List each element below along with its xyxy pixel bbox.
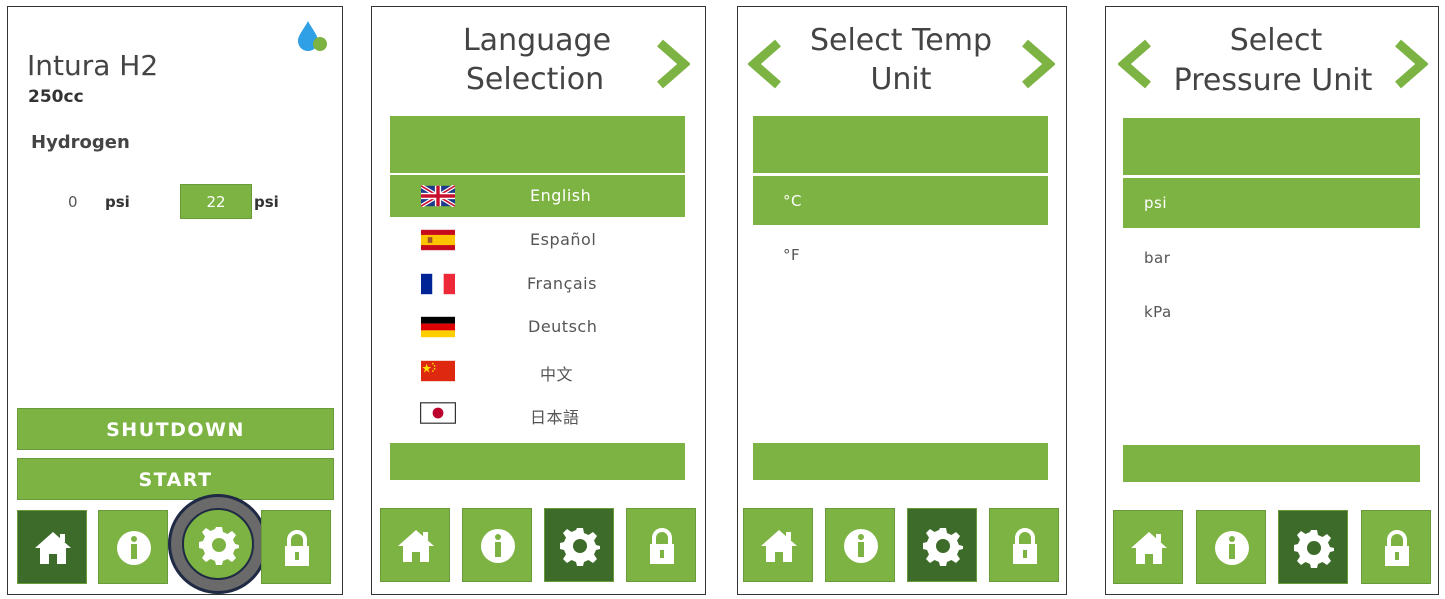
language-label: 中文 (540, 365, 574, 384)
pressure-option-kpa[interactable]: kPa (1123, 286, 1420, 336)
nav-settings-button[interactable] (544, 508, 614, 582)
list-header-bar (1123, 118, 1420, 175)
language-label: English (530, 186, 592, 205)
capacity-label: 250cc (28, 87, 84, 107)
pressure-option-label: kPa (1144, 303, 1172, 321)
gear-icon (1294, 530, 1334, 568)
temp-title-line2: Unit (870, 62, 932, 97)
setpoint-value: 22 (206, 193, 226, 211)
language-label: Deutsch (528, 317, 598, 336)
info-icon (117, 531, 151, 565)
language-item-german[interactable]: Deutsch (390, 306, 685, 348)
language-item-spanish[interactable]: Español (390, 219, 685, 261)
home-icon (1131, 532, 1167, 564)
list-footer-bar (1123, 445, 1420, 482)
list-footer-bar (390, 443, 685, 480)
lock-icon (650, 528, 674, 564)
temp-option-fahrenheit[interactable]: °F (753, 229, 1048, 278)
home-icon (35, 532, 71, 564)
pressure-option-bar[interactable]: bar (1123, 232, 1420, 282)
pressure-unit-screen: Select Pressure Unit psi bar kPa (1105, 6, 1439, 595)
temp-option-label: °C (783, 192, 802, 210)
nav-lock-button[interactable] (261, 510, 331, 584)
nav-home-button[interactable] (743, 508, 813, 582)
temp-title-line1: Select Temp (809, 23, 993, 58)
language-label: Español (530, 230, 597, 249)
language-title-line2: Selection (465, 62, 605, 97)
uk-flag-icon (421, 185, 455, 207)
nav-info-button[interactable] (825, 508, 895, 582)
next-arrow-icon[interactable] (1394, 39, 1428, 89)
language-item-chinese[interactable]: 中文 (390, 350, 685, 392)
list-header-bar (753, 116, 1048, 173)
setpoint-field[interactable]: 22 (180, 184, 252, 219)
app-name: Intura H2 (27, 49, 159, 82)
nav-home-button[interactable] (1113, 510, 1183, 584)
language-list: English Español Français Deutsch 中文 日本語 (390, 175, 685, 441)
list-footer-bar (753, 443, 1048, 480)
lock-icon (1385, 530, 1409, 566)
lock-icon (285, 530, 309, 566)
gear-icon (199, 527, 239, 565)
pressure-title-line2: Pressure Unit (1173, 63, 1373, 98)
nav-home-button[interactable] (17, 510, 87, 584)
language-item-english[interactable]: English (390, 175, 685, 217)
pressure-option-label: psi (1144, 194, 1168, 212)
shutdown-button[interactable]: SHUTDOWN (17, 408, 334, 450)
nav-settings-button[interactable] (1278, 510, 1348, 584)
gear-icon (923, 528, 963, 566)
japan-flag-icon (420, 402, 456, 424)
nav-info-button[interactable] (462, 508, 532, 582)
germany-flag-icon (421, 316, 455, 338)
language-label: 日本語 (530, 408, 580, 427)
nav-lock-button[interactable] (1361, 510, 1431, 584)
spain-flag-icon (421, 229, 455, 251)
info-icon (1215, 531, 1249, 565)
language-title-line1: Language (462, 23, 612, 58)
current-pressure-unit: psi (105, 193, 130, 211)
temp-unit-screen: Select Temp Unit °C °F (737, 6, 1067, 595)
start-button[interactable]: START (17, 458, 334, 500)
france-flag-icon (421, 273, 455, 295)
nav-settings-button[interactable] (907, 508, 977, 582)
water-drop-logo-icon (298, 21, 327, 51)
nav-settings-button[interactable] (182, 508, 254, 580)
language-screen: Language Selection English Español Franç… (371, 6, 706, 595)
language-item-french[interactable]: Français (390, 263, 685, 305)
next-arrow-icon[interactable] (1021, 39, 1055, 89)
temp-option-label: °F (783, 246, 801, 264)
home-icon (761, 530, 797, 562)
pressure-option-label: bar (1144, 249, 1171, 267)
main-screen: Intura H2 250cc Hydrogen 0 psi 22 psi SH… (7, 6, 343, 595)
next-arrow-icon[interactable] (656, 39, 690, 89)
info-icon (844, 529, 878, 563)
china-flag-icon (421, 360, 455, 382)
gas-label: Hydrogen (31, 132, 130, 153)
language-label: Français (527, 274, 597, 293)
info-icon (481, 529, 515, 563)
current-pressure-value: 0 (68, 193, 78, 211)
nav-lock-button[interactable] (626, 508, 696, 582)
list-header-bar (390, 116, 685, 173)
nav-lock-button[interactable] (989, 508, 1059, 582)
home-icon (398, 530, 434, 562)
pressure-option-psi[interactable]: psi (1123, 178, 1420, 228)
nav-info-button[interactable] (1196, 510, 1266, 584)
temp-option-celsius[interactable]: °C (753, 176, 1048, 225)
setpoint-unit: psi (254, 193, 279, 211)
nav-info-button[interactable] (98, 510, 168, 584)
gear-icon (560, 528, 600, 566)
lock-icon (1013, 528, 1037, 564)
language-item-japanese[interactable]: 日本語 (390, 393, 685, 435)
nav-home-button[interactable] (380, 508, 450, 582)
